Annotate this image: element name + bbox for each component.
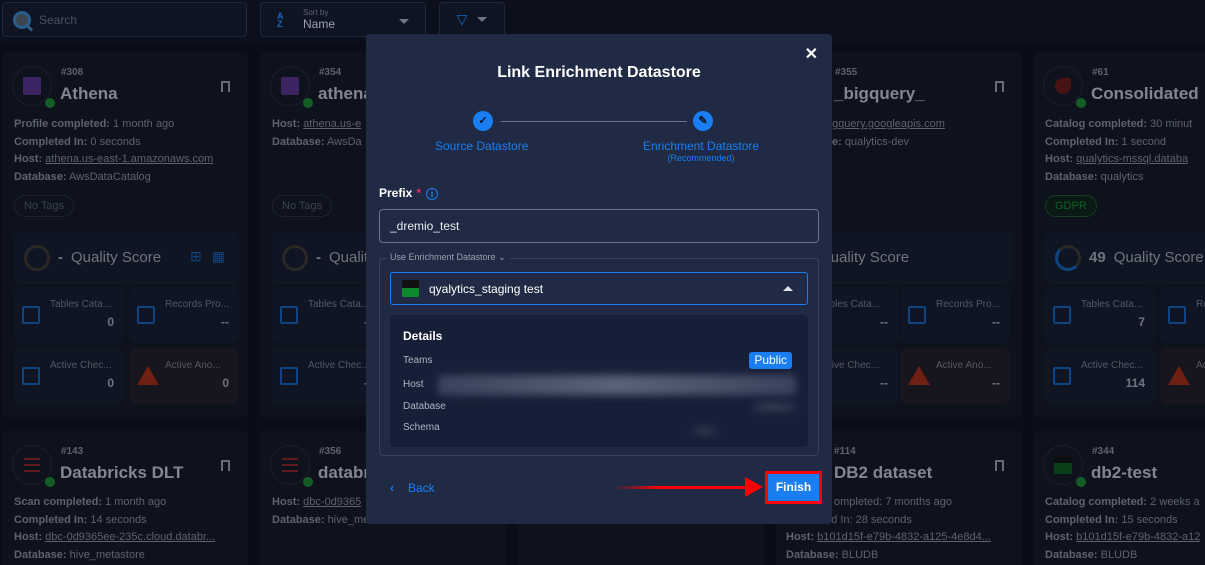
- sort-az-icon: AZ: [277, 10, 284, 29]
- sort-label-group: Sort by Name: [303, 8, 335, 31]
- redacted-schema: [692, 427, 718, 435]
- search-input[interactable]: Search: [39, 13, 77, 27]
- step-enrichment-pencil-icon: ✎: [693, 111, 713, 131]
- sort-dropdown[interactable]: AZ Sort by Name: [260, 2, 426, 37]
- search-box[interactable]: Search: [2, 2, 247, 37]
- chevron-left-icon: ‹: [390, 481, 394, 495]
- finish-button[interactable]: Finish: [765, 471, 822, 504]
- modal-title: Link Enrichment Datastore: [497, 64, 701, 81]
- details-schema-label: Schema: [403, 422, 440, 433]
- prefix-label-text: Prefix: [379, 186, 413, 200]
- back-label: Back: [408, 481, 435, 495]
- link-enrichment-modal: ✕ Link Enrichment Datastore ✓ ✎ Source D…: [366, 34, 832, 524]
- chevron-up-icon: [783, 286, 793, 291]
- step-enrichment-label: Enrichment Datastore (Recommended): [643, 139, 759, 163]
- datastore-details: Details Teams Public Host Database Schem…: [390, 315, 808, 447]
- redacted-host: [438, 375, 796, 395]
- details-title: Details: [403, 329, 443, 343]
- step-label: Enrichment Datastore: [643, 139, 760, 153]
- info-icon[interactable]: i: [426, 188, 439, 200]
- datastores-page: Search AZ Sort by Name ▽ #308 Athena Pro…: [0, 0, 1205, 565]
- prefix-label: Prefix * i: [379, 186, 439, 200]
- required-indicator: *: [416, 186, 422, 200]
- chevron-down-icon: [477, 17, 488, 22]
- details-teams-label: Teams: [403, 355, 433, 366]
- stepper-line: [501, 121, 687, 122]
- details-host-label: Host: [403, 379, 424, 390]
- ibm-db2-logo-icon: [402, 280, 419, 297]
- step-sublabel: (Recommended): [667, 153, 735, 163]
- selected-datastore: qyalytics_staging test: [429, 281, 544, 296]
- search-icon: [13, 10, 31, 29]
- back-button[interactable]: ‹ Back: [390, 481, 435, 495]
- sort-value: Name: [303, 17, 336, 31]
- team-badge: Public: [749, 352, 792, 369]
- close-icon[interactable]: ✕: [805, 44, 818, 64]
- step-source-label: Source Datastore: [435, 139, 528, 153]
- enrichment-datastore-select[interactable]: qyalytics_staging test: [390, 272, 808, 305]
- filter-icon: ▽: [456, 11, 468, 27]
- annotation-arrow-head: [745, 477, 763, 497]
- chevron-down-icon: ⌄: [498, 252, 506, 262]
- prefix-input[interactable]: [379, 209, 819, 243]
- annotation-arrow-line: [612, 486, 752, 489]
- enrichment-legend-text: Use Enrichment Datastore: [390, 252, 496, 262]
- chevron-down-icon: [399, 19, 409, 24]
- enrichment-toggle[interactable]: Use Enrichment Datastore ⌄: [386, 252, 510, 263]
- redacted-database: [752, 403, 796, 411]
- details-database-label: Database: [403, 401, 446, 412]
- step-source-check-icon: ✓: [473, 111, 493, 131]
- sort-caption: Sort by: [303, 8, 329, 17]
- filter-button[interactable]: ▽: [439, 2, 505, 37]
- step-label: Source Datastore: [435, 139, 529, 153]
